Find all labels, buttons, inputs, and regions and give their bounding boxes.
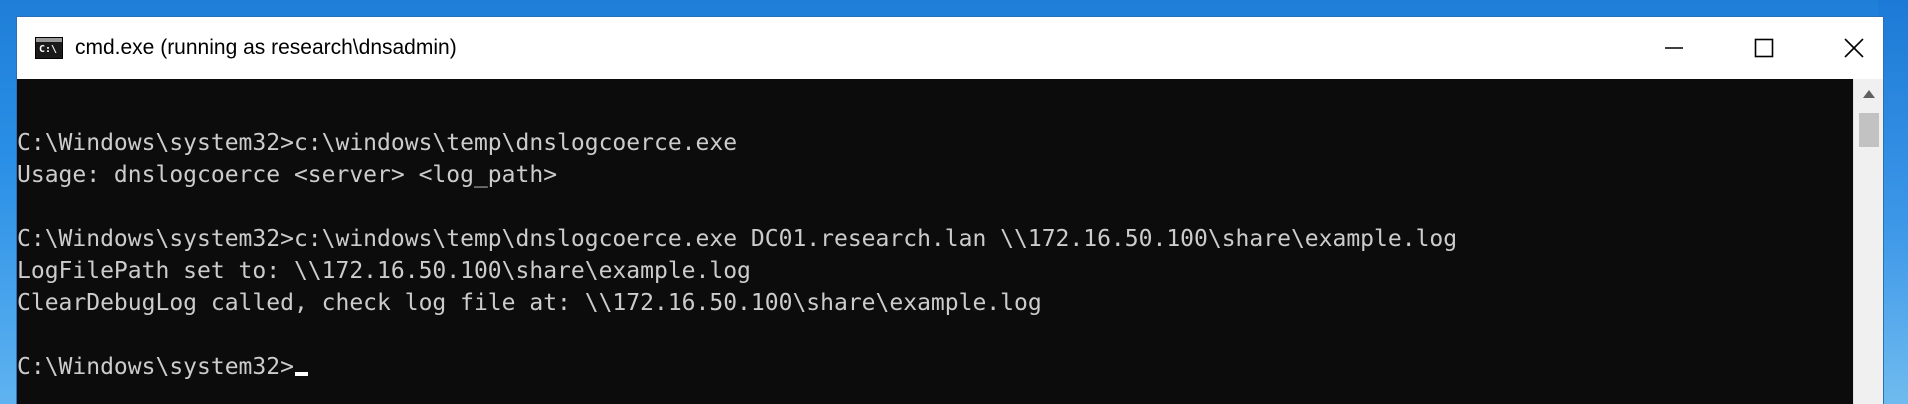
close-button[interactable]: [1809, 17, 1899, 79]
text-cursor: [294, 372, 308, 376]
window-title: cmd.exe (running as research\dnsadmin): [75, 36, 457, 59]
maximize-button[interactable]: [1719, 17, 1809, 79]
close-icon: [1844, 38, 1864, 58]
title-bar[interactable]: C:\ cmd.exe (running as research\dnsadmi…: [17, 17, 1883, 79]
console-icon-label: C:\: [39, 44, 58, 55]
arrow-up-icon: [1863, 90, 1875, 98]
console-line: C:\Windows\system32>c:\windows\temp\dnsl…: [17, 226, 1458, 252]
minimize-icon: [1665, 47, 1683, 49]
scroll-thumb[interactable]: [1859, 113, 1879, 147]
minimize-button[interactable]: [1629, 17, 1719, 79]
cmd-window[interactable]: C:\ cmd.exe (running as research\dnsadmi…: [16, 16, 1884, 404]
console-output[interactable]: C:\Windows\system32>c:\windows\temp\dnsl…: [17, 79, 1853, 404]
maximize-icon: [1754, 38, 1774, 58]
scroll-up-button[interactable]: [1854, 79, 1884, 109]
console-icon[interactable]: C:\: [35, 37, 63, 59]
vertical-scrollbar[interactable]: [1853, 79, 1883, 404]
console-line: LogFilePath set to: \\172.16.50.100\shar…: [17, 258, 751, 284]
prompt-line[interactable]: C:\Windows\system32>: [17, 351, 308, 383]
prompt-text: C:\Windows\system32>: [17, 354, 294, 380]
console-line: ClearDebugLog called, check log file at:…: [17, 290, 1042, 316]
console-line: Usage: dnslogcoerce <server> <log_path>: [17, 162, 558, 188]
console-line: C:\Windows\system32>c:\windows\temp\dnsl…: [17, 130, 738, 156]
